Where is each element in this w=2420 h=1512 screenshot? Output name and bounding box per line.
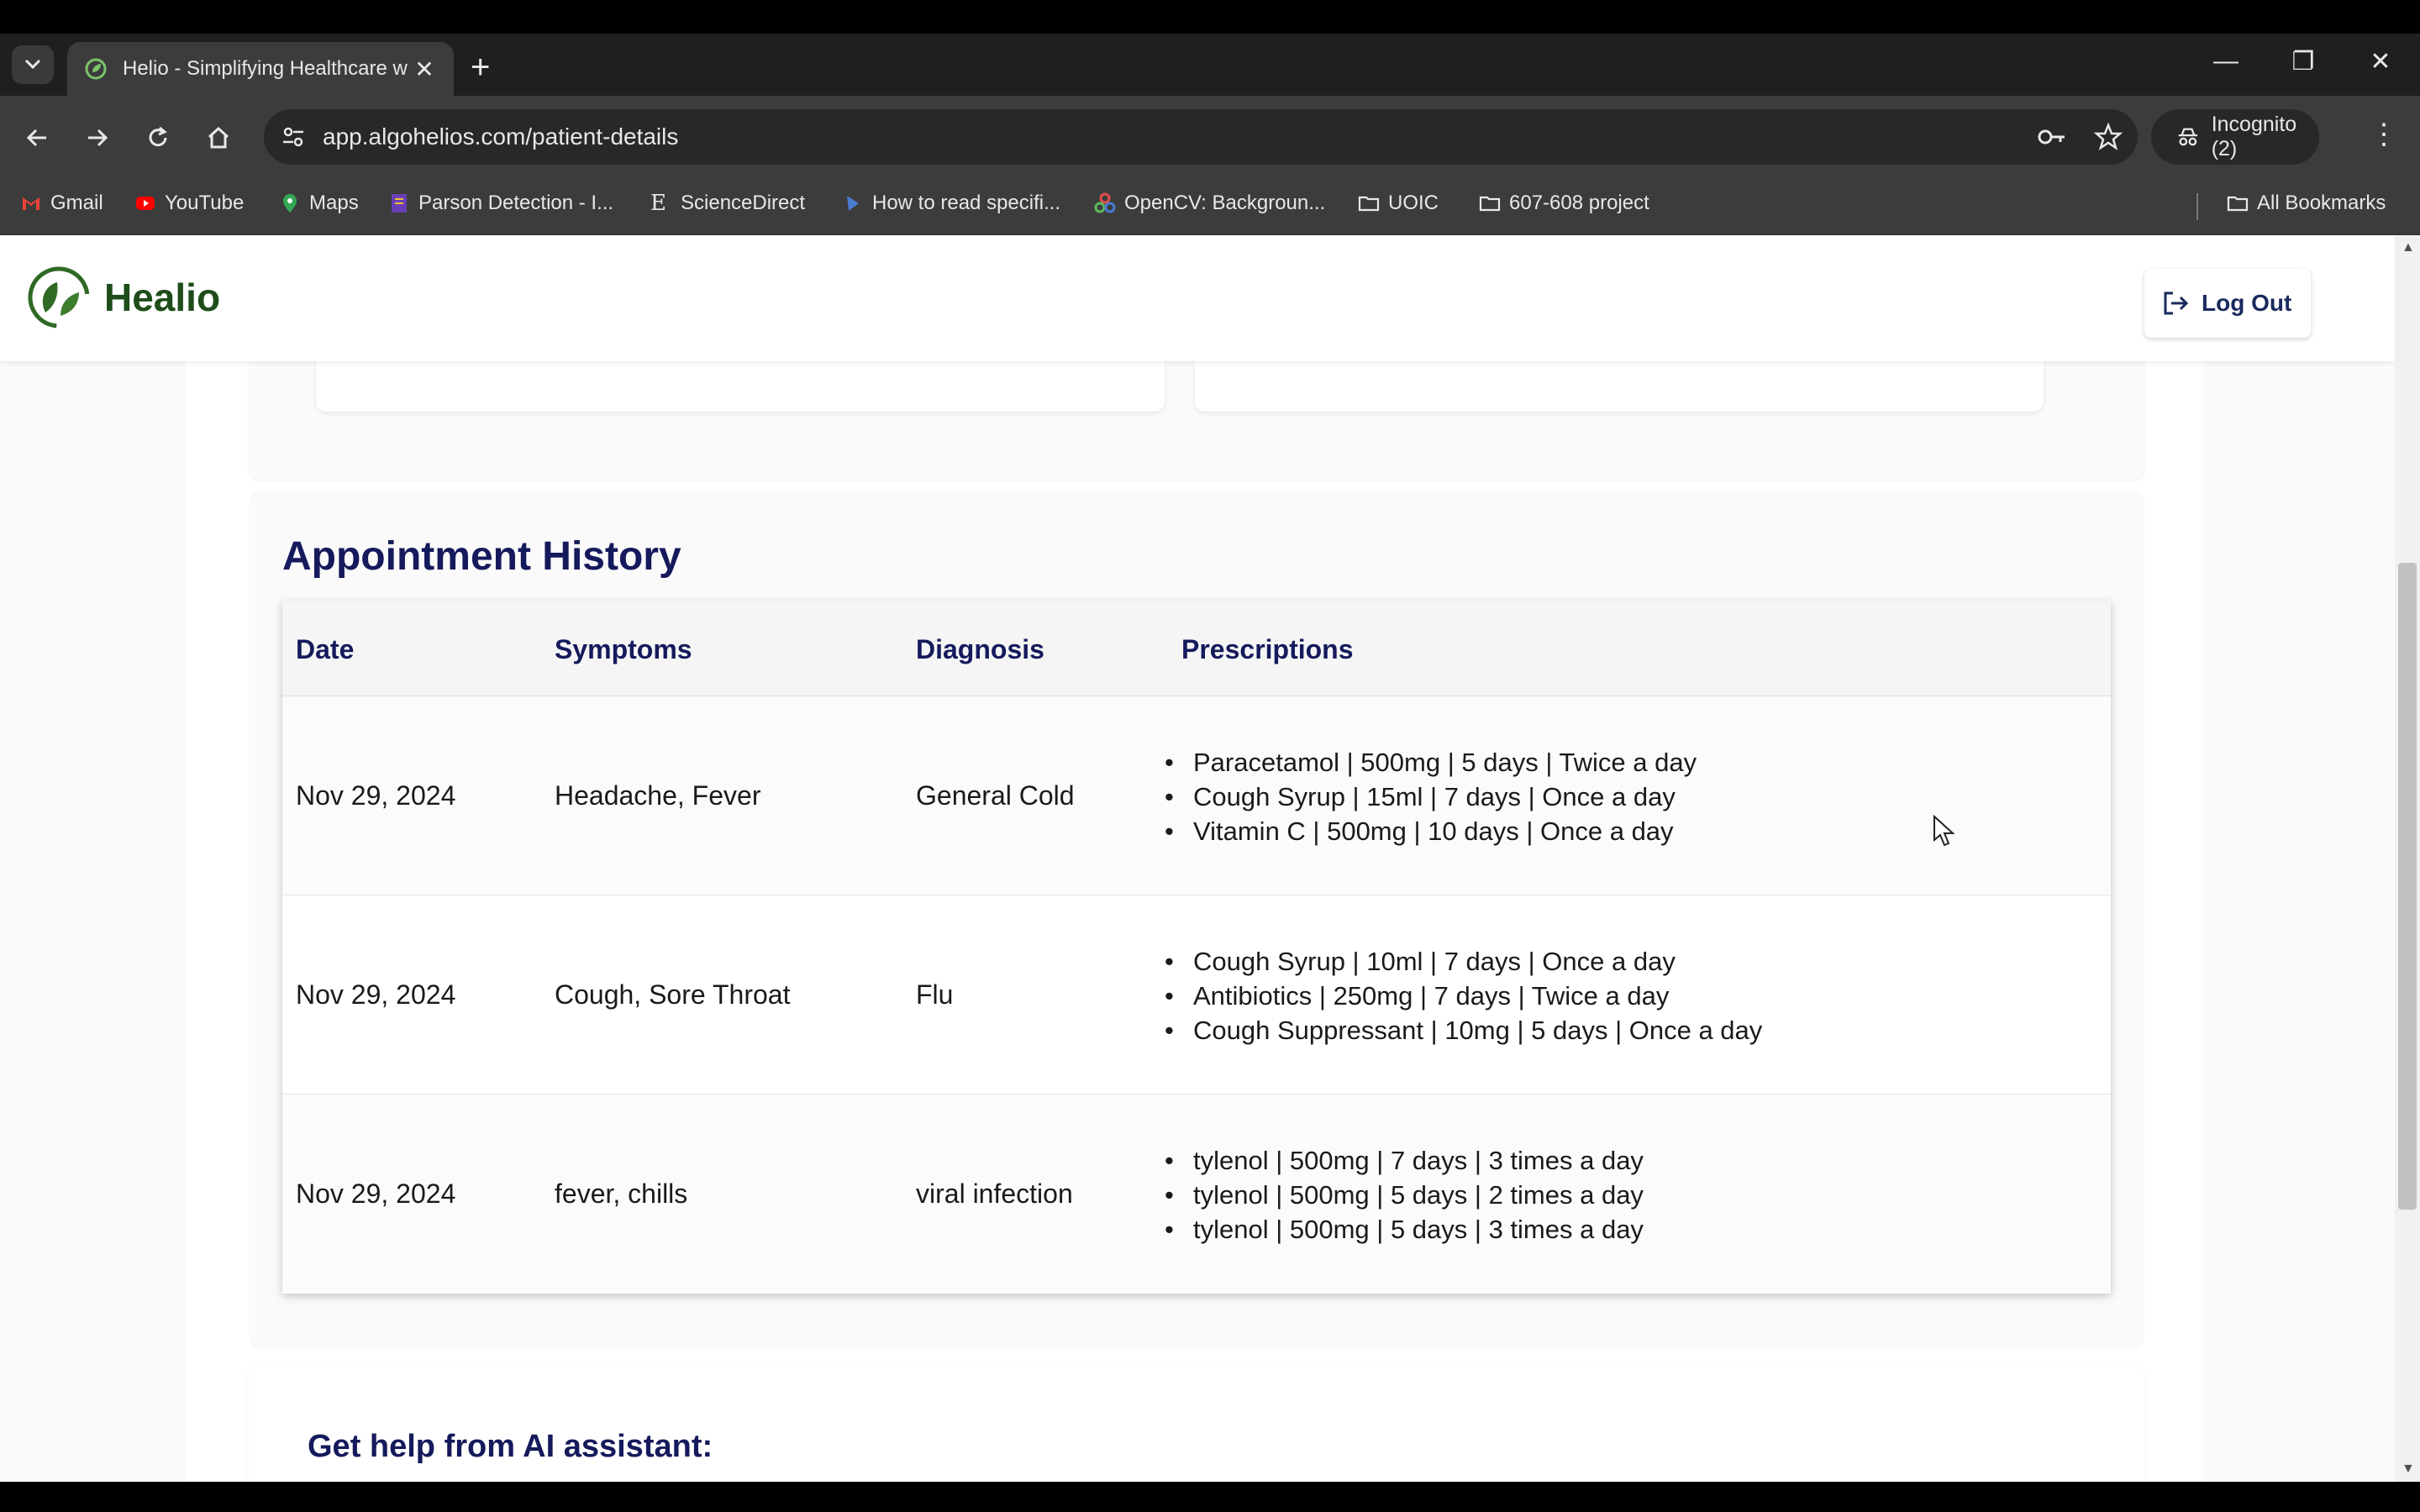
back-icon[interactable] xyxy=(20,121,54,155)
prescription-item: Antibiotics | 250mg | 7 days | Twice a d… xyxy=(1165,979,1762,1013)
gmail-icon xyxy=(23,197,39,210)
bookmark-project-folder[interactable]: 607-608 project xyxy=(1479,192,1649,215)
cell-diagnosis: Flu xyxy=(916,979,954,1010)
ai-assistant-title: Get help from AI assistant: xyxy=(308,1429,713,1464)
home-icon[interactable] xyxy=(202,121,235,155)
table-row: Nov 29, 2024 Cough, Sore Throat Flu Coug… xyxy=(282,895,2111,1095)
logout-button[interactable]: Log Out xyxy=(2144,269,2311,338)
cell-prescriptions: tylenol | 500mg | 7 days | 3 times a day… xyxy=(1165,1143,1644,1247)
page-scrollbar[interactable]: ▲ ▼ xyxy=(2395,235,2420,1482)
healio-logo[interactable]: Healio xyxy=(27,265,220,329)
sciencedirect-icon: E xyxy=(650,191,666,216)
prescription-item: tylenol | 500mg | 5 days | 2 times a day xyxy=(1165,1178,1644,1212)
column-header-symptoms: Symptoms xyxy=(555,634,692,664)
prescription-item: tylenol | 500mg | 7 days | 3 times a day xyxy=(1165,1143,1644,1178)
logout-label: Log Out xyxy=(2202,290,2292,316)
tab-strip: Helio - Simplifying Healthcare w ✕ + — ❐… xyxy=(0,34,2420,96)
bookmark-site-icon xyxy=(392,194,407,213)
table-body: Nov 29, 2024 Headache, Fever General Col… xyxy=(282,696,2111,1294)
forward-icon[interactable] xyxy=(81,121,114,155)
prescription-item: Vitamin C | 500mg | 10 days | Once a day xyxy=(1165,814,1697,848)
screen-top-bar xyxy=(0,0,2420,34)
folder-icon xyxy=(1358,196,1380,212)
patient-details-card: Appointment History Date Symptoms Diagno… xyxy=(187,235,2203,1482)
appointment-history-title: Appointment History xyxy=(282,534,681,579)
table-header: Date Symptoms Diagnosis Prescriptions xyxy=(282,601,2111,696)
site-info-icon[interactable] xyxy=(281,124,306,150)
new-tab-button[interactable]: + xyxy=(471,50,490,84)
cell-prescriptions: Paracetamol | 500mg | 5 days | Twice a d… xyxy=(1165,745,1697,848)
column-header-date: Date xyxy=(296,634,355,664)
column-header-diagnosis: Diagnosis xyxy=(916,634,1044,664)
incognito-icon xyxy=(2178,128,2197,146)
bookmark-parson-detection[interactable]: Parson Detection - I... xyxy=(388,192,613,215)
prescription-item: Paracetamol | 500mg | 5 days | Twice a d… xyxy=(1165,745,1697,780)
bookmark-youtube[interactable]: YouTube xyxy=(134,192,244,215)
bookmark-maps[interactable]: Maps xyxy=(279,192,359,215)
restore-icon[interactable]: ❐ xyxy=(2282,47,2324,76)
prescription-item: tylenol | 500mg | 5 days | 3 times a day xyxy=(1165,1212,1644,1247)
cell-symptoms: Cough, Sore Throat xyxy=(555,979,791,1010)
ai-assistant-section: Get help from AI assistant: xyxy=(249,1365,2144,1482)
bookmark-star-icon[interactable] xyxy=(2094,123,2123,151)
youtube-icon xyxy=(136,197,155,210)
cell-prescriptions: Cough Syrup | 10ml | 7 days | Once a day… xyxy=(1165,944,1762,1047)
minimize-icon[interactable]: — xyxy=(2205,47,2247,76)
scroll-down-icon[interactable]: ▼ xyxy=(2402,1462,2415,1477)
browser-menu-icon[interactable]: ⋮ xyxy=(2370,118,2398,151)
logout-icon xyxy=(2164,291,2189,315)
close-window-icon[interactable]: ✕ xyxy=(2360,47,2402,76)
tab-title: Helio - Simplifying Healthcare w xyxy=(123,57,408,80)
healio-favicon-icon xyxy=(85,58,107,80)
cell-symptoms: fever, chills xyxy=(555,1179,688,1209)
incognito-indicator[interactable]: Incognito (2) xyxy=(2151,109,2319,165)
bookmarks-bar: Gmail YouTube Maps Parson Detection - I.… xyxy=(0,178,2420,235)
chevron-down-icon xyxy=(24,59,41,70)
cell-symptoms: Headache, Fever xyxy=(555,780,761,811)
maps-icon xyxy=(283,194,297,213)
cell-diagnosis: General Cold xyxy=(916,780,1075,811)
address-bar[interactable]: app.algohelios.com/patient-details xyxy=(264,109,2138,165)
brand-name: Healio xyxy=(104,276,221,319)
tab-search-button[interactable] xyxy=(12,45,54,84)
incognito-label: Incognito (2) xyxy=(2211,113,2297,160)
prescription-item: Cough Syrup | 15ml | 7 days | Once a day xyxy=(1165,780,1697,814)
bookmark-uoic-folder[interactable]: UOIC xyxy=(1358,192,1439,215)
tab-close-icon[interactable]: ✕ xyxy=(412,55,437,83)
cell-date: Nov 29, 2024 xyxy=(296,1179,456,1209)
url-text: app.algohelios.com/patient-details xyxy=(323,123,679,150)
bookmark-how-to-read[interactable]: How to read specifi... xyxy=(842,192,1060,215)
app-header: Healio Log Out xyxy=(0,235,2395,361)
leaf-logo-icon xyxy=(28,266,90,328)
table-row: Nov 29, 2024 fever, chills viral infecti… xyxy=(282,1095,2111,1294)
folder-icon xyxy=(1479,196,1501,212)
prescription-item: Cough Suppressant | 10mg | 5 days | Once… xyxy=(1165,1013,1762,1047)
bookmark-opencv[interactable]: OpenCV: Backgroun... xyxy=(1094,192,1325,215)
cell-diagnosis: viral infection xyxy=(916,1179,1073,1209)
cell-date: Nov 29, 2024 xyxy=(296,979,456,1010)
screen-bottom-bar xyxy=(0,1482,2420,1512)
appointment-table: Date Symptoms Diagnosis Prescriptions No… xyxy=(282,601,2111,1294)
browser-toolbar: app.algohelios.com/patient-details Incog… xyxy=(0,96,2420,178)
opencv-icon xyxy=(1094,192,1116,213)
scrollbar-thumb[interactable] xyxy=(2398,563,2417,1210)
appointment-history-section: Appointment History Date Symptoms Diagno… xyxy=(249,491,2144,1348)
scroll-up-icon[interactable]: ▲ xyxy=(2402,240,2415,255)
table-row: Nov 29, 2024 Headache, Fever General Col… xyxy=(282,696,2111,895)
bookmarks-divider xyxy=(2196,193,2198,220)
cell-date: Nov 29, 2024 xyxy=(296,780,456,811)
all-bookmarks-button[interactable]: All Bookmarks xyxy=(2227,192,2386,215)
page-viewport: Healio Log Out Appointment History Date … xyxy=(0,235,2395,1482)
password-key-icon[interactable] xyxy=(2037,124,2067,150)
reload-icon[interactable] xyxy=(141,121,175,155)
prescription-item: Cough Syrup | 10ml | 7 days | Once a day xyxy=(1165,944,1762,979)
bookmark-gmail[interactable]: Gmail xyxy=(20,192,103,215)
bookmark-sciencedirect[interactable]: E ScienceDirect xyxy=(650,192,805,215)
column-header-prescriptions: Prescriptions xyxy=(1181,634,1354,664)
folder-icon xyxy=(2227,196,2249,212)
browser-tab-active[interactable]: Helio - Simplifying Healthcare w ✕ xyxy=(67,42,454,96)
bookmark-site-icon xyxy=(847,196,859,211)
mouse-cursor-icon xyxy=(1933,815,1955,847)
